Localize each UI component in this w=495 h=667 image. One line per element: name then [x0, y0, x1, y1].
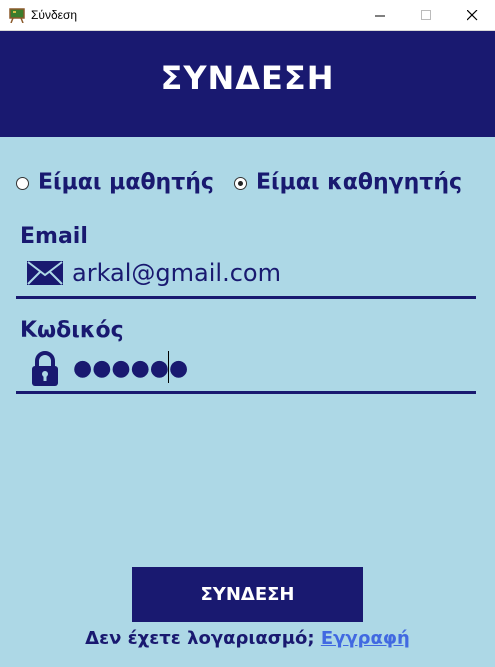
email-underline	[16, 296, 476, 299]
email-input[interactable]	[72, 256, 462, 290]
password-input[interactable]: ●●●●●●	[73, 353, 188, 385]
login-button[interactable]: ΣΥΝΔΕΣΗ	[132, 567, 363, 622]
register-link[interactable]: Εγγραφή	[321, 628, 410, 649]
text-caret	[168, 351, 169, 383]
email-label: Email	[20, 224, 88, 249]
minimize-button[interactable]	[357, 0, 403, 31]
window-title: Σύνδεση	[31, 8, 78, 22]
window-titlebar[interactable]: Σύνδεση	[0, 0, 495, 31]
lock-icon	[31, 351, 59, 391]
radio-student-circle[interactable]	[16, 177, 29, 190]
header-banner: ΣΥΝΔΕΣΗ	[0, 31, 495, 137]
password-underline	[16, 391, 476, 394]
register-prompt-text: Δεν έχετε λογαριασμό;	[85, 628, 315, 649]
minimize-icon	[375, 15, 385, 17]
register-prompt: Δεν έχετε λογαριασμό; Εγγραφή	[0, 628, 495, 649]
envelope-icon	[27, 261, 63, 289]
radio-teacher-label[interactable]: Είμαι καθηγητής	[256, 170, 462, 195]
password-label: Κωδικός	[20, 318, 124, 343]
close-button[interactable]	[449, 0, 495, 31]
maximize-icon	[421, 10, 431, 20]
page-title: ΣΥΝΔΕΣΗ	[160, 59, 335, 97]
radio-teacher-circle[interactable]	[234, 177, 247, 190]
app-board-icon	[9, 8, 25, 24]
close-icon	[467, 10, 478, 21]
radio-student-label[interactable]: Είμαι μαθητής	[38, 170, 214, 195]
maximize-button[interactable]	[403, 0, 449, 31]
